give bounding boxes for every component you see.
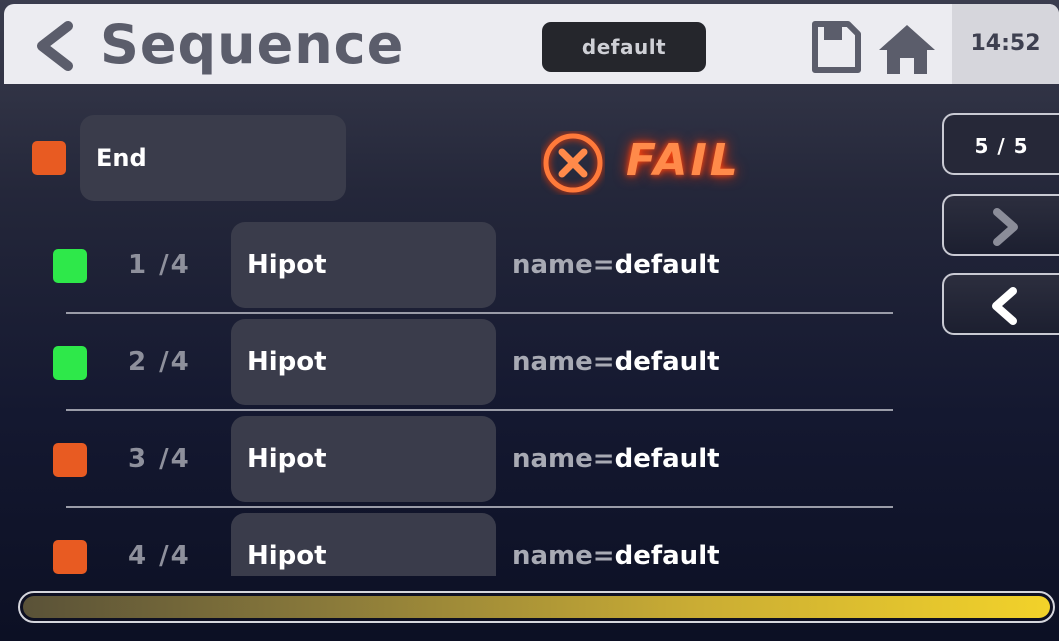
home-icon[interactable] (876, 22, 938, 76)
step-test-button[interactable]: Hipot (231, 513, 496, 576)
param-value: default (614, 444, 720, 474)
page-title: Sequence (100, 13, 405, 76)
step-status-marker (53, 249, 87, 283)
row-divider (66, 409, 893, 411)
chevron-right-icon (993, 208, 1018, 246)
step-test-button[interactable]: Hipot (231, 222, 496, 308)
param-key: name= (512, 250, 615, 280)
step-row: 4 /4 Hipot name=default (0, 509, 930, 576)
param-value: default (614, 347, 720, 377)
step-param: name=default (512, 245, 720, 285)
param-key: name= (512, 541, 615, 571)
param-key: name= (512, 347, 615, 377)
chevron-left-icon[interactable] (30, 20, 78, 72)
progress-fill (23, 596, 1050, 618)
clock: 14:52 (952, 4, 1059, 84)
mode-badge[interactable]: default (542, 22, 706, 72)
param-value: default (614, 250, 720, 280)
header-bar: Sequence default 14:52 (4, 4, 1059, 84)
step-status-marker (53, 443, 87, 477)
step-param: name=default (512, 439, 720, 479)
step-test-button[interactable]: Hipot (231, 319, 496, 405)
step-row: 3 /4 Hipot name=default (0, 412, 930, 510)
x-circle-icon (543, 133, 603, 193)
end-status-marker (32, 141, 66, 175)
param-key: name= (512, 444, 615, 474)
floppy-disk-icon[interactable] (810, 20, 862, 74)
next-page-button[interactable] (942, 194, 1059, 256)
progress-bar (18, 591, 1055, 623)
app-frame: Sequence default 14:52 End FAIL 5 / 5 1 … (0, 0, 1059, 641)
step-test-button[interactable]: Hipot (231, 416, 496, 502)
end-step-button[interactable]: End (80, 115, 346, 201)
page-indicator: 5 / 5 (942, 113, 1059, 175)
step-param: name=default (512, 342, 720, 382)
param-value: default (614, 541, 720, 571)
step-index: 3 /4 (128, 444, 191, 474)
step-index: 2 /4 (128, 347, 191, 377)
chevron-left-icon (992, 287, 1017, 325)
row-divider (66, 312, 893, 314)
row-divider (66, 506, 893, 508)
step-index: 4 /4 (128, 541, 191, 571)
step-param: name=default (512, 536, 720, 576)
step-row: 2 /4 Hipot name=default (0, 315, 930, 413)
result-label: FAIL (626, 135, 741, 186)
step-status-marker (53, 540, 87, 574)
step-index: 1 /4 (128, 250, 191, 280)
prev-page-button[interactable] (942, 273, 1059, 335)
step-row: 1 /4 Hipot name=default (0, 218, 930, 316)
step-list: 1 /4 Hipot name=default 2 /4 Hipot name=… (0, 218, 930, 576)
step-status-marker (53, 346, 87, 380)
